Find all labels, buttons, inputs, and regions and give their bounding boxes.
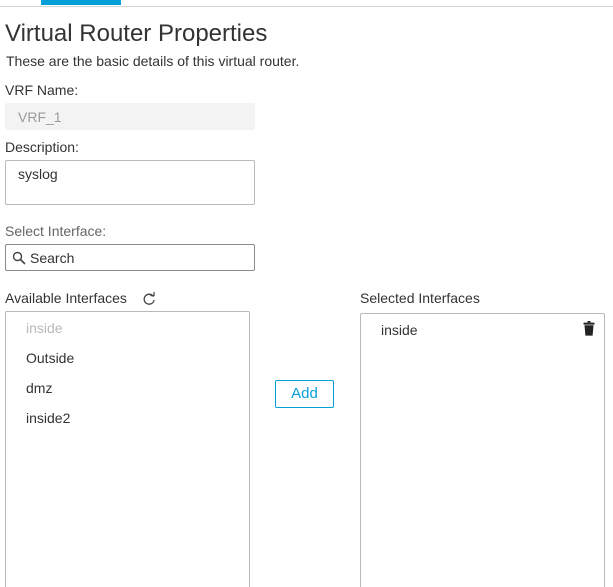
list-item-dmz[interactable]: dmz bbox=[26, 380, 52, 396]
selected-interfaces-list: inside bbox=[360, 313, 605, 587]
vrf-name-field: VRF_1 bbox=[5, 103, 255, 130]
selected-item-inside: inside bbox=[381, 322, 418, 338]
virtual-router-properties-page: Virtual Router Properties These are the … bbox=[0, 0, 613, 587]
vrf-name-label: VRF Name: bbox=[5, 82, 79, 98]
page-subtitle: These are the basic details of this virt… bbox=[6, 53, 300, 69]
list-item-inside2[interactable]: inside2 bbox=[26, 410, 70, 426]
description-label: Description: bbox=[5, 139, 79, 155]
page-title: Virtual Router Properties bbox=[5, 20, 268, 47]
interface-search-input[interactable]: Search bbox=[5, 244, 255, 271]
available-interfaces-label: Available Interfaces bbox=[5, 290, 127, 306]
search-placeholder: Search bbox=[30, 249, 75, 266]
active-tab-indicator bbox=[41, 0, 121, 5]
search-icon bbox=[12, 251, 26, 264]
selected-interfaces-label: Selected Interfaces bbox=[360, 290, 480, 306]
trash-icon[interactable] bbox=[583, 321, 595, 336]
select-interface-label: Select Interface: bbox=[5, 223, 107, 239]
list-item-outside[interactable]: Outside bbox=[26, 350, 74, 366]
description-field[interactable]: syslog bbox=[5, 160, 255, 205]
list-item-inside: inside bbox=[26, 320, 63, 336]
add-button[interactable]: Add bbox=[275, 380, 334, 408]
refresh-icon[interactable] bbox=[142, 292, 156, 306]
available-interfaces-list[interactable]: inside Outside dmz inside2 bbox=[5, 311, 250, 587]
